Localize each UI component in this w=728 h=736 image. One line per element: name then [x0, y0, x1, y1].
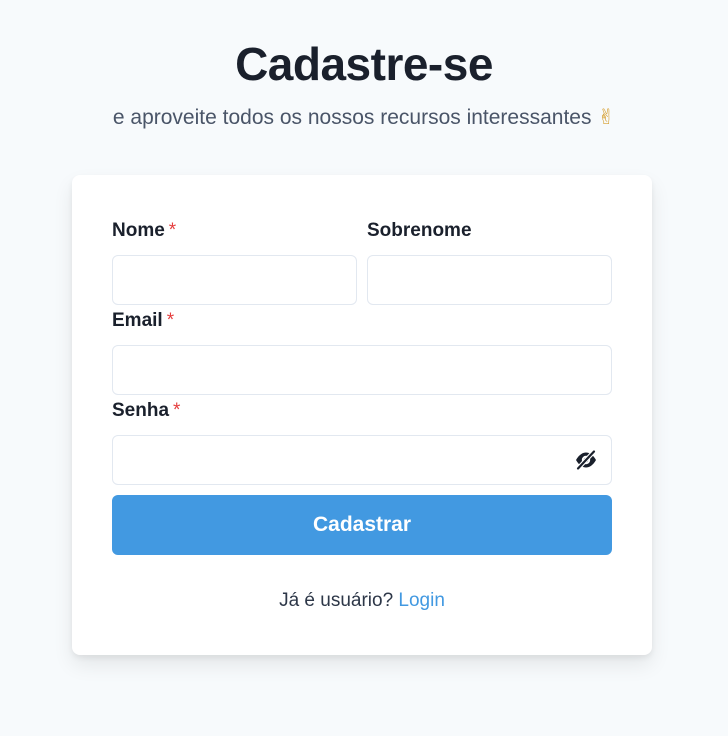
- email-input[interactable]: [112, 345, 612, 395]
- signup-submit-button[interactable]: Cadastrar: [112, 495, 612, 555]
- first-name-input[interactable]: [112, 255, 357, 305]
- page-subtitle: e aproveite todos os nossos recursos int…: [0, 102, 728, 133]
- last-name-label-text: Sobrenome: [367, 220, 472, 241]
- subtitle-text: e aproveite todos os nossos recursos int…: [112, 106, 592, 129]
- required-mark: *: [166, 310, 175, 331]
- login-link[interactable]: Login: [398, 590, 445, 611]
- signup-page: Cadastre-se e aproveite todos os nossos …: [0, 0, 728, 736]
- last-name-input[interactable]: [367, 255, 612, 305]
- email-label-text: Email: [112, 310, 163, 331]
- required-mark: *: [173, 400, 181, 421]
- last-name-label: Sobrenome: [367, 219, 472, 243]
- password-label: Senha *: [112, 399, 180, 423]
- page-title: Cadastre-se: [235, 38, 493, 90]
- login-prompt-text: Já é usuário?: [279, 590, 394, 611]
- required-mark: *: [168, 220, 177, 241]
- toggle-password-visibility-button[interactable]: [568, 442, 604, 478]
- email-label: Email *: [112, 309, 174, 333]
- eye-slash-icon: [575, 449, 597, 471]
- victory-hand-icon: ✌: [597, 105, 616, 129]
- password-label-text: Senha: [112, 400, 170, 421]
- login-prompt: Já é usuário? Login: [72, 588, 652, 614]
- first-name-label: Nome *: [112, 219, 176, 243]
- signup-card: Nome * Sobrenome Email * Senha * Cadastr…: [72, 175, 652, 655]
- first-name-label-text: Nome: [112, 220, 165, 241]
- password-input[interactable]: [112, 435, 612, 485]
